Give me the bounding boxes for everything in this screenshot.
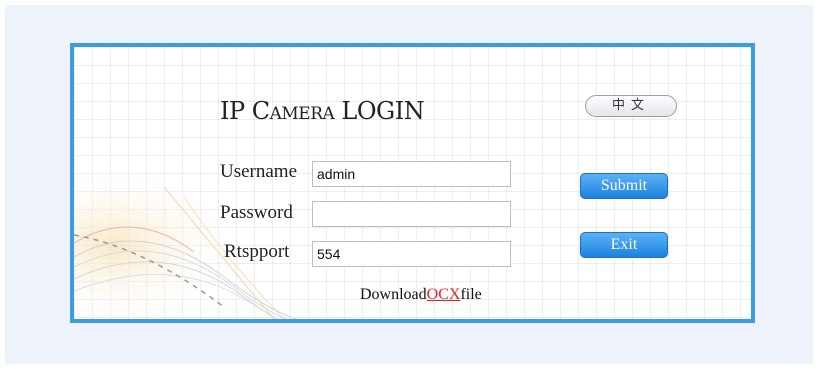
- download-suffix: file: [460, 286, 482, 303]
- username-field[interactable]: [312, 161, 511, 187]
- rtspport-label: Rtspport: [224, 241, 290, 262]
- language-toggle-button[interactable]: 中文: [585, 95, 677, 117]
- exit-button[interactable]: Exit: [580, 232, 668, 258]
- submit-button[interactable]: Submit: [580, 173, 668, 199]
- login-panel: IP Camera LOGIN 中文 Username Password Rts…: [70, 43, 755, 323]
- username-label: Username: [220, 161, 298, 182]
- password-label: Password: [220, 202, 293, 223]
- ocx-download-link[interactable]: OCX: [427, 286, 461, 303]
- download-prefix: Download: [360, 286, 427, 303]
- password-field[interactable]: [312, 201, 511, 227]
- download-ocx-line: DownloadOCXfile: [360, 286, 482, 304]
- page-title: IP Camera LOGIN: [220, 97, 425, 125]
- rtspport-field[interactable]: [312, 241, 511, 267]
